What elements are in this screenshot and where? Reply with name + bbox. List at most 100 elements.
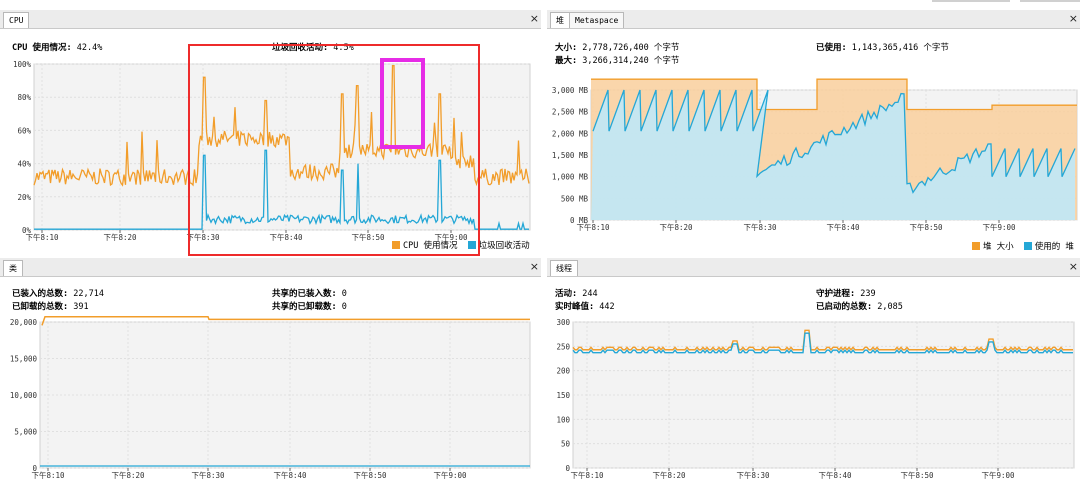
- threads-started-label: 已启动的总数:: [816, 302, 873, 312]
- x-tick-label: 下午8:30: [736, 470, 770, 480]
- heap-size-label: 大小:: [555, 43, 578, 53]
- heap-max-stat: 最大: 3,266,314,240 个字节: [555, 54, 679, 66]
- x-tick-label: 下午8:10: [25, 232, 59, 242]
- close-icon[interactable]: ×: [1069, 259, 1078, 275]
- heap-used-stat: 已使用: 1,143,365,416 个字节: [816, 41, 949, 53]
- tab-metaspace[interactable]: Metaspace: [569, 12, 625, 28]
- x-tick-label: 下午8:40: [818, 470, 852, 480]
- shared-unloaded-label: 共享的已卸载数:: [272, 302, 337, 312]
- heap-chart: 3,000 MB 2,500 MB 2,000 MB 1,500 MB 1,000 MB…: [552, 78, 1078, 232]
- threads-daemon-value: 239: [860, 289, 876, 299]
- y-tick-label: 20%: [17, 193, 31, 202]
- classes-panel-header: 类 ×: [0, 258, 541, 277]
- classes-loaded-stat: 已装入的总数: 22,714: [12, 287, 104, 299]
- tab-heap[interactable]: 堆: [550, 12, 570, 28]
- heap-used-legend-label: 使用的 堆: [1034, 242, 1074, 252]
- heap-size-value: 2,778,726,400 个字节: [582, 43, 680, 53]
- heap-used-label: 已使用:: [816, 43, 847, 53]
- tab-cpu[interactable]: CPU: [3, 12, 30, 28]
- y-tick-label: 150: [556, 391, 570, 400]
- x-tick-label: 下午8:10: [570, 470, 604, 480]
- threads-daemon-label: 守护进程:: [816, 289, 856, 299]
- y-tick-label: 20,000: [10, 318, 38, 327]
- y-tick-label: 5,000: [14, 428, 37, 437]
- toolbar-edge: [1020, 0, 1080, 2]
- cpu-usage-label: CPU 使用情况:: [12, 43, 72, 53]
- x-tick-label: 下午8:40: [273, 470, 307, 480]
- tab-classes[interactable]: 类: [3, 260, 23, 276]
- x-tick-label: 下午8:20: [659, 222, 693, 232]
- close-icon[interactable]: ×: [530, 259, 539, 275]
- close-icon[interactable]: ×: [1069, 11, 1078, 27]
- cpu-usage-value: 42.4%: [76, 43, 103, 53]
- x-tick-label: 下午8:50: [909, 222, 943, 232]
- cpu-usage-stat: CPU 使用情况: 42.4%: [12, 41, 102, 53]
- classes-panel: 类 × 已装入的总数: 22,714 已卸载的总数: 391 共享的已装入数: …: [0, 258, 541, 482]
- y-tick-label: 300: [556, 318, 570, 327]
- heap-max-value: 3,266,314,240 个字节: [582, 56, 680, 66]
- tab-threads[interactable]: 线程: [550, 260, 578, 276]
- y-tick-label: 10,000: [10, 391, 38, 400]
- y-tick-label: 50: [561, 440, 571, 449]
- x-tick-label: 下午8:10: [31, 470, 65, 480]
- x-tick-label: 下午9:00: [433, 470, 467, 480]
- heap-used-value: 1,143,365,416 个字节: [851, 43, 949, 53]
- gc-legend-label: 垃圾回收活动: [478, 241, 530, 251]
- x-tick-label: 下午8:20: [103, 232, 137, 242]
- classes-unloaded-label: 已卸载的总数:: [12, 302, 69, 312]
- threads-daemon-stat: 守护进程: 239: [816, 287, 876, 299]
- y-tick-label: 100: [556, 415, 570, 424]
- y-tick-label: 200: [556, 367, 570, 376]
- y-tick-label: 1,000 MB: [552, 173, 589, 182]
- heap-max-label: 最大:: [555, 56, 578, 66]
- y-tick-label: 40%: [17, 160, 31, 169]
- y-tick-label: 500 MB: [561, 194, 589, 203]
- threads-peak-label: 实时峰值:: [555, 302, 595, 312]
- x-tick-label: 下午8:10: [576, 222, 610, 232]
- y-tick-label: 1,500 MB: [552, 151, 589, 160]
- shared-loaded-stat: 共享的已装入数: 0: [272, 287, 347, 299]
- classes-unloaded-value: 391: [73, 302, 89, 312]
- threads-live-stat: 活动: 244: [555, 287, 598, 299]
- classes-loaded-label: 已装入的总数:: [12, 289, 69, 299]
- y-tick-label: 60%: [17, 126, 31, 135]
- heap-size-stat: 大小: 2,778,726,400 个字节: [555, 41, 679, 53]
- threads-started-stat: 已启动的总数: 2,085: [816, 300, 903, 312]
- threads-peak-value: 442: [599, 302, 615, 312]
- x-tick-label: 下午8:50: [900, 470, 934, 480]
- cpu-panel-header: CPU ×: [0, 10, 541, 29]
- x-tick-label: 下午8:30: [743, 222, 777, 232]
- shared-unloaded-stat: 共享的已卸载数: 0: [272, 300, 347, 312]
- x-tick-label: 下午8:30: [191, 470, 225, 480]
- x-tick-label: 下午9:00: [982, 222, 1016, 232]
- threads-live-value: 244: [582, 289, 598, 299]
- classes-unloaded-stat: 已卸载的总数: 391: [12, 300, 89, 312]
- threads-chart: 300250200150100500下午8:10 下午8:20 下午8:30 下午8:…: [556, 318, 1075, 480]
- y-tick-label: 2,500 MB: [552, 108, 589, 117]
- heap-panel: 堆 Metaspace × 大小: 2,778,726,400 个字节 最大: …: [547, 10, 1080, 256]
- y-tick-label: 250: [556, 342, 570, 351]
- x-tick-label: 下午8:50: [353, 470, 387, 480]
- y-tick-label: 2,000 MB: [552, 129, 589, 138]
- x-tick-label: 下午8:20: [111, 470, 145, 480]
- shared-loaded-label: 共享的已装入数:: [272, 289, 337, 299]
- shared-unloaded-value: 0: [341, 302, 347, 312]
- toolbar-edge: [932, 0, 1010, 2]
- y-tick-label: 3,000 MB: [552, 86, 589, 95]
- heap-used-legend-swatch: [1023, 242, 1032, 250]
- threads-panel: 线程 × 活动: 244 实时峰值: 442 守护进程: 239 已启动的总数:…: [547, 258, 1080, 482]
- close-icon[interactable]: ×: [530, 11, 539, 27]
- heap-size-legend-label: 堆 大小: [983, 242, 1014, 252]
- x-tick-label: 下午8:20: [652, 470, 686, 480]
- shared-loaded-value: 0: [341, 289, 347, 299]
- threads-peak-stat: 实时峰值: 442: [555, 300, 615, 312]
- y-tick-label: 15,000: [10, 355, 38, 364]
- threads-panel-header: 线程 ×: [547, 258, 1080, 277]
- x-tick-label: 下午8:40: [826, 222, 860, 232]
- threads-live-label: 活动:: [555, 289, 578, 299]
- heap-panel-header: 堆 Metaspace ×: [547, 10, 1080, 29]
- y-tick-label: 100%: [13, 60, 32, 69]
- magenta-highlight-box: [380, 58, 425, 149]
- red-highlight-box: [188, 44, 480, 256]
- x-tick-label: 下午9:00: [981, 470, 1015, 480]
